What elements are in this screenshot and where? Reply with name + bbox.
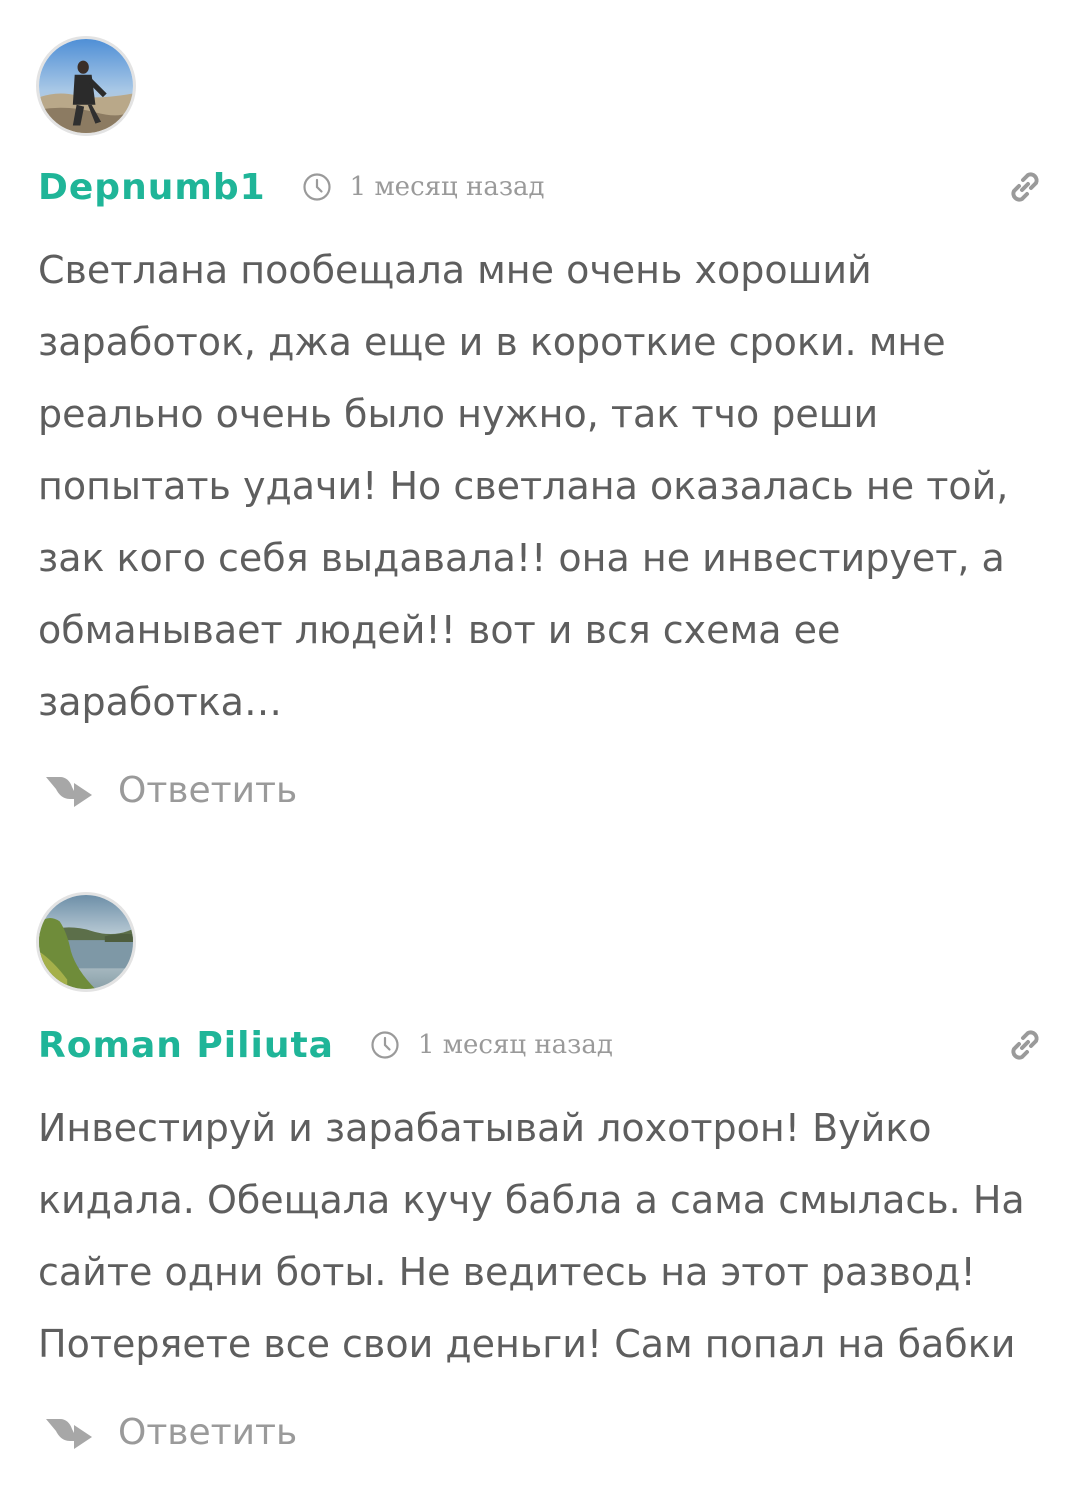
reply-button[interactable]: Ответить [44, 770, 297, 811]
link-icon[interactable] [1004, 166, 1046, 208]
comment-meta: Depnumb1 1 месяц назад [38, 162, 1050, 212]
avatar[interactable] [36, 892, 136, 992]
reply-arrow-icon [46, 1418, 92, 1449]
reply-label: Ответить [118, 770, 298, 811]
comment-body: Инвестируй и зарабатывай лохотрон! Вуйко… [38, 1106, 1025, 1366]
landscape-photo-icon [39, 895, 133, 989]
reply-button[interactable]: Ответить [44, 1412, 297, 1453]
comment-author[interactable]: Depnumb1 [38, 167, 266, 208]
comment-body: Светлана пообещала мне очень хороший зар… [38, 248, 1009, 724]
comment-meta: Roman Piliuta 1 месяц назад [38, 1020, 1050, 1070]
comment-author[interactable]: Roman Piliuta [38, 1025, 334, 1066]
comment-timestamp[interactable]: 1 месяц назад [302, 172, 545, 202]
clock-icon [371, 1031, 399, 1059]
timestamp-text: 1 месяц назад [349, 172, 545, 202]
avatar[interactable] [36, 36, 136, 136]
clock-icon [303, 173, 331, 201]
timestamp-text: 1 месяц назад [417, 1030, 613, 1060]
link-icon[interactable] [1004, 1024, 1046, 1066]
comment-timestamp[interactable]: 1 месяц назад [370, 1030, 613, 1060]
user-photo-icon [39, 39, 133, 133]
reply-label: Ответить [118, 1412, 298, 1453]
reply-arrow-icon [46, 776, 92, 807]
